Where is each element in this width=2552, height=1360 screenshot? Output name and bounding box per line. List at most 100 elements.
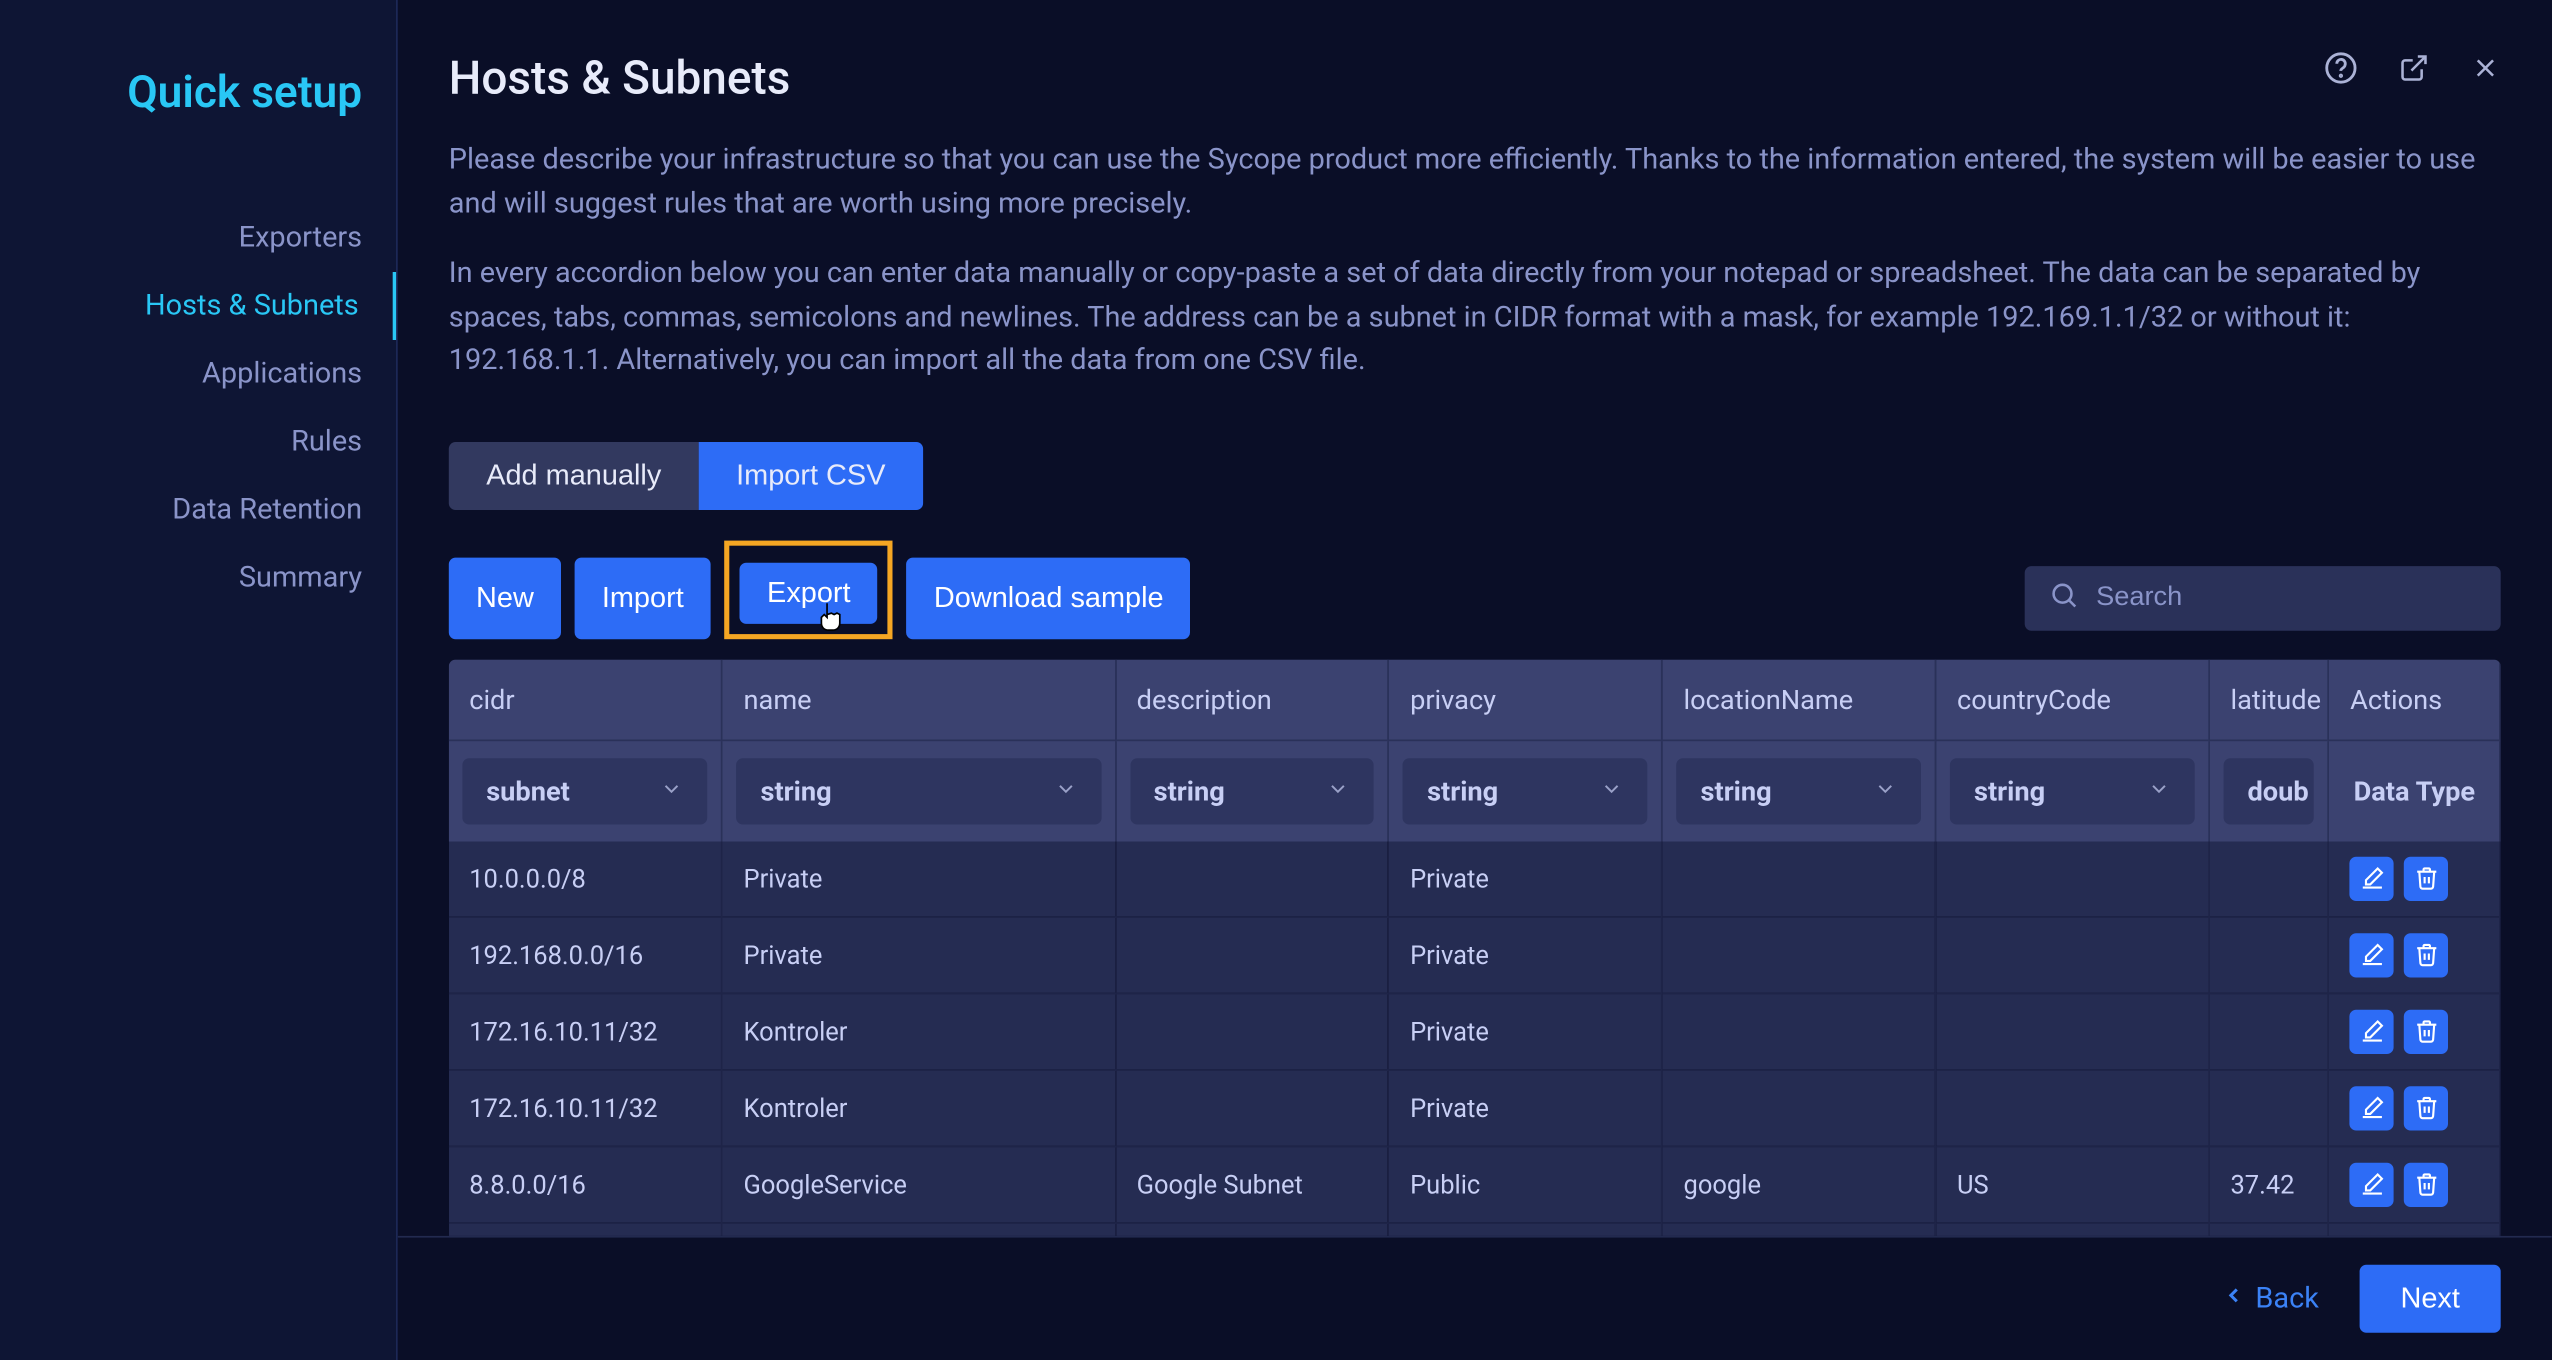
cell-latitude <box>2209 916 2329 993</box>
search-icon <box>2049 579 2080 616</box>
data-type-label: Data Type <box>2343 757 2485 823</box>
col-header-latitude[interactable]: latitude <box>2209 659 2329 740</box>
add-manually-button[interactable]: Add manually <box>449 441 699 509</box>
sidebar-item-exporters[interactable]: Exporters <box>0 204 396 272</box>
cell-countryCode <box>1936 993 2209 1070</box>
type-select-latitude[interactable]: doub <box>2224 757 2315 823</box>
main-content: Hosts & Subnets Please describe your inf… <box>398 0 2552 1360</box>
cell-name: Private <box>722 841 1115 917</box>
cell-countryCode <box>1936 841 2209 917</box>
cell-latitude <box>2209 993 2329 1070</box>
chevron-left-icon <box>2221 1282 2245 1316</box>
action-buttons: New Import Export Download sample <box>449 557 1191 639</box>
chevron-down-icon <box>1600 774 1624 806</box>
cell-name: Kontroler <box>722 993 1115 1070</box>
delete-icon[interactable] <box>2404 932 2448 976</box>
cell-latitude <box>2209 1069 2329 1146</box>
type-select-locationname[interactable]: string <box>1677 757 1922 823</box>
import-csv-button[interactable]: Import CSV <box>699 441 923 509</box>
edit-icon[interactable] <box>2350 856 2394 900</box>
col-header-actions: Actions <box>2329 659 2500 740</box>
table-row: 192.168.0.0/16PrivatePrivate <box>449 916 2500 993</box>
export-button[interactable]: Export <box>740 562 878 623</box>
cell-description <box>1115 841 1388 917</box>
close-icon[interactable] <box>2470 53 2501 90</box>
table-row: 172.16.10.11/32Kontroler Private <box>449 993 2500 1070</box>
delete-icon[interactable] <box>2404 1085 2448 1129</box>
cell-description <box>1115 916 1388 993</box>
col-header-countrycode[interactable]: countryCode <box>1936 659 2209 740</box>
help-icon[interactable] <box>2324 51 2358 92</box>
popout-icon[interactable] <box>2399 53 2430 90</box>
table-type-row: subnet string string string string strin… <box>449 740 2500 841</box>
cell-countryCode: US <box>1936 1146 2209 1223</box>
edit-icon[interactable] <box>2350 1162 2394 1206</box>
brand-title: Quick setup <box>0 68 396 119</box>
delete-icon[interactable] <box>2404 1162 2448 1206</box>
table-header-row: cidr name description privacy locationNa… <box>449 659 2500 740</box>
col-header-name[interactable]: name <box>722 659 1115 740</box>
type-select-description[interactable]: string <box>1130 757 1375 823</box>
cell-name: Kontroler <box>722 1069 1115 1146</box>
type-select-privacy[interactable]: string <box>1403 757 1648 823</box>
sidebar-item-hosts-subnets[interactable]: Hosts & Subnets <box>0 272 396 340</box>
next-button[interactable]: Next <box>2360 1265 2501 1333</box>
download-sample-button[interactable]: Download sample <box>907 557 1191 639</box>
cell-cidr: 10.0.0.0/8 <box>449 841 722 917</box>
cell-actions <box>2329 1146 2500 1223</box>
cell-privacy: Private <box>1389 993 1662 1070</box>
cell-latitude: 37.42 <box>2209 1146 2329 1223</box>
type-select-cidr[interactable]: subnet <box>462 757 707 823</box>
export-highlight: Export <box>725 540 894 639</box>
toolbar: New Import Export Download sample <box>449 557 2501 639</box>
cell-cidr: 8.8.0.0/16 <box>449 1146 722 1223</box>
table-row: 10.0.0.0/8PrivatePrivate <box>449 841 2500 917</box>
col-header-description[interactable]: description <box>1115 659 1388 740</box>
sidebar: Quick setup Exporters Hosts & Subnets Ap… <box>0 0 398 1360</box>
cell-cidr: 172.16.10.11/32 <box>449 1069 722 1146</box>
chevron-down-icon <box>1053 774 1077 806</box>
edit-icon[interactable] <box>2350 932 2394 976</box>
cell-locationName <box>1662 841 1935 917</box>
cell-description <box>1115 993 1388 1070</box>
cell-actions <box>2329 993 2500 1070</box>
col-header-cidr[interactable]: cidr <box>449 659 722 740</box>
chevron-down-icon <box>1327 774 1351 806</box>
footer: Back Next <box>398 1236 2552 1360</box>
table-row: 172.16.10.11/32Kontroler Private <box>449 1069 2500 1146</box>
chevron-down-icon <box>1874 774 1898 806</box>
import-button[interactable]: Import <box>575 557 711 639</box>
mode-toggle: Add manually Import CSV <box>449 441 2501 509</box>
new-button[interactable]: New <box>449 557 561 639</box>
cell-name: GoogleService <box>722 1146 1115 1223</box>
edit-icon[interactable] <box>2350 1009 2394 1053</box>
col-header-locationname[interactable]: locationName <box>1662 659 1935 740</box>
cell-privacy: Private <box>1389 1069 1662 1146</box>
table-row: 8.8.0.0/16GoogleServiceGoogle SubnetPubl… <box>449 1146 2500 1223</box>
cell-cidr: 172.16.10.11/32 <box>449 993 722 1070</box>
cell-locationName <box>1662 1069 1935 1146</box>
back-button[interactable]: Back <box>2221 1282 2319 1316</box>
cell-privacy: Private <box>1389 841 1662 917</box>
back-label: Back <box>2255 1282 2319 1316</box>
cell-countryCode <box>1936 1069 2209 1146</box>
col-header-privacy[interactable]: privacy <box>1389 659 1662 740</box>
type-select-name[interactable]: string <box>737 757 1101 823</box>
cell-locationName <box>1662 993 1935 1070</box>
sidebar-item-applications[interactable]: Applications <box>0 340 396 408</box>
edit-icon[interactable] <box>2350 1085 2394 1129</box>
type-select-countrycode[interactable]: string <box>1950 757 2195 823</box>
delete-icon[interactable] <box>2404 856 2448 900</box>
sidebar-item-summary[interactable]: Summary <box>0 544 396 612</box>
search-box[interactable] <box>2025 565 2501 630</box>
cell-privacy: Private <box>1389 916 1662 993</box>
cell-actions <box>2329 841 2500 917</box>
page-title: Hosts & Subnets <box>449 51 2501 105</box>
delete-icon[interactable] <box>2404 1009 2448 1053</box>
chevron-down-icon <box>2147 774 2171 806</box>
sidebar-item-rules[interactable]: Rules <box>0 408 396 476</box>
search-input[interactable] <box>2096 582 2477 613</box>
cell-description <box>1115 1069 1388 1146</box>
sidebar-item-data-retention[interactable]: Data Retention <box>0 476 396 544</box>
cell-privacy: Public <box>1389 1146 1662 1223</box>
